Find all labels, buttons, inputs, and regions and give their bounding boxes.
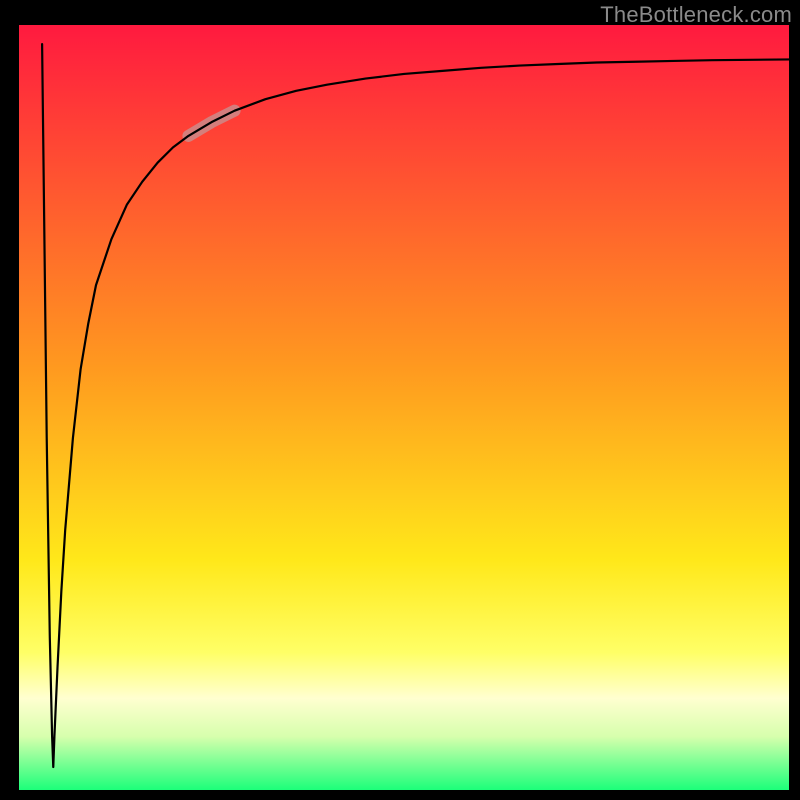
watermark-text: TheBottleneck.com — [600, 2, 792, 28]
bottleneck-chart — [0, 0, 800, 800]
chart-frame: TheBottleneck.com — [0, 0, 800, 800]
plot-background — [19, 25, 789, 790]
